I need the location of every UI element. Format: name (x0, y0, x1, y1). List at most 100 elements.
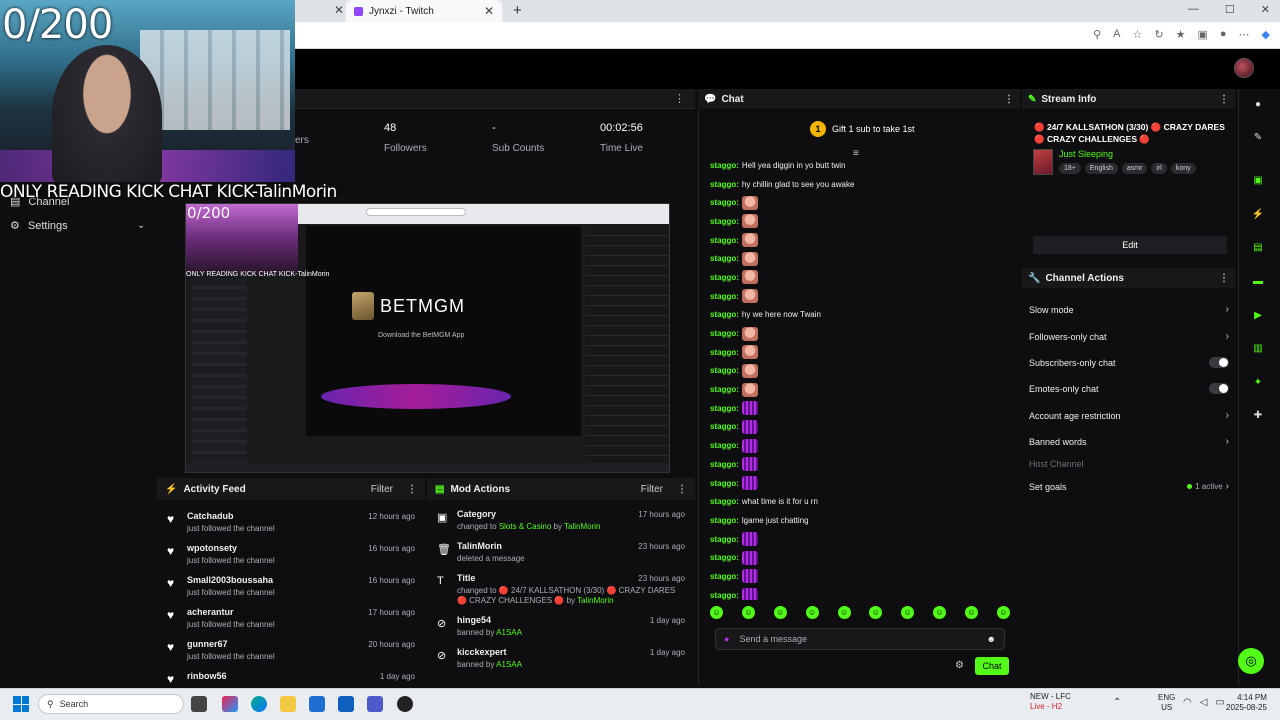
chat-username[interactable]: staggo: (710, 161, 739, 170)
more-options-icon[interactable]: ⋮ (1219, 94, 1229, 105)
list-icon[interactable]: ▤ (1251, 240, 1265, 254)
copilot-icon[interactable]: ◆ (1262, 28, 1270, 41)
gift-sub-banner[interactable]: 1 Gift 1 sub to take 1st (810, 121, 915, 137)
emote-icon[interactable]: ☺ (741, 606, 755, 619)
battery-icon[interactable]: ▭ (1215, 697, 1224, 708)
chat-username[interactable]: staggo: (710, 273, 739, 282)
emote-icon[interactable]: ☺ (773, 606, 787, 619)
slow-mode-row[interactable]: Slow mode › (1029, 304, 1229, 315)
clock[interactable]: 4:14 PM 2025-08-25 (1226, 693, 1267, 713)
new-tab-button[interactable]: + (513, 2, 522, 19)
chat-settings-icon[interactable]: ⚙ (955, 660, 964, 671)
filter-button[interactable]: Filter (371, 484, 393, 495)
sidebar-item-settings[interactable]: ⚙ Settings ⌄ (10, 219, 145, 233)
chat-username[interactable]: staggo: (710, 422, 739, 431)
maximize-icon[interactable]: ☐ (1225, 3, 1235, 16)
followers-only-row[interactable]: Followers-only chat › (1029, 331, 1229, 342)
wifi-icon[interactable]: ◠ (1183, 697, 1192, 708)
chat-username[interactable]: staggo: (710, 310, 739, 319)
info-icon[interactable]: ● (1251, 97, 1265, 111)
chat-username[interactable]: staggo: (710, 236, 739, 245)
emote-icon[interactable]: ☺ (933, 606, 947, 619)
chat-username[interactable]: staggo: (710, 516, 739, 525)
subscribers-only-toggle[interactable] (1209, 357, 1229, 368)
file-explorer-icon[interactable] (280, 696, 296, 712)
volume-icon[interactable]: ◁ (1200, 697, 1208, 708)
user-avatar[interactable] (1234, 58, 1254, 78)
zoom-icon[interactable]: ⚲ (1093, 28, 1101, 41)
stream-icon[interactable]: ▶ (1251, 308, 1265, 322)
news-widget[interactable]: NEW - LFC Live - H2 (1030, 692, 1071, 712)
language-indicator[interactable]: ENG US (1158, 693, 1175, 713)
emote-icon[interactable]: ☺ (965, 606, 978, 619)
banned-words-row[interactable]: Banned words › (1029, 436, 1229, 447)
chat-input[interactable]: ● Send a message ☻ (715, 628, 1005, 650)
more-options-icon[interactable]: ⋮ (677, 484, 687, 495)
chat-username[interactable]: staggo: (710, 180, 739, 189)
chat-username[interactable]: staggo: (710, 479, 739, 488)
outlook-icon[interactable] (338, 696, 354, 712)
help-button[interactable]: ◎ (1238, 648, 1264, 674)
profile-icon[interactable]: ● (1220, 28, 1227, 41)
refresh-icon[interactable]: ↻ (1154, 28, 1163, 41)
collections-icon[interactable]: ▣ (1197, 28, 1207, 41)
emote-icon[interactable]: ☺ (996, 606, 1010, 619)
browser-tab[interactable]: Jynxzi - Twitch ✕ (346, 0, 502, 22)
minimize-icon[interactable]: — (1188, 3, 1199, 16)
set-goals-row[interactable]: Set goals 1 active › (1029, 481, 1229, 492)
more-options-icon[interactable]: ⋮ (674, 92, 685, 105)
more-options-icon[interactable]: ⋮ (1219, 273, 1229, 284)
emote-icon[interactable]: ☺ (710, 606, 723, 619)
emote-icon[interactable]: ☺ (837, 606, 851, 619)
task-view-icon[interactable] (191, 696, 207, 712)
obs-icon[interactable] (397, 696, 413, 712)
store-icon[interactable] (309, 696, 325, 712)
chat-username[interactable]: staggo: (710, 591, 739, 600)
chat-username[interactable]: staggo: (710, 535, 739, 544)
emoji-picker-icon[interactable]: ☻ (987, 634, 996, 644)
emote-icon[interactable]: ☺ (901, 606, 915, 619)
pencil-icon[interactable]: ✎ (1251, 130, 1265, 144)
emotes-only-toggle[interactable] (1209, 383, 1229, 394)
add-widget-icon[interactable]: ✚ (1251, 408, 1265, 422)
chat-username[interactable]: staggo: (710, 572, 739, 581)
send-chat-button[interactable]: Chat (975, 657, 1009, 675)
chat-username[interactable]: staggo: (710, 217, 739, 226)
more-options-icon[interactable]: ⋮ (1004, 94, 1014, 105)
more-icon[interactable]: ⋯ (1239, 28, 1250, 41)
chat-username[interactable]: staggo: (710, 553, 739, 562)
stream-preview[interactable]: BETMGM Download the BetMGM App 0/200 ONL… (185, 203, 670, 473)
mic-icon[interactable]: ● (724, 634, 729, 644)
chat-username[interactable]: staggo: (710, 254, 739, 263)
panel-icon[interactable]: ▥ (1251, 341, 1265, 355)
copilot-app-icon[interactable] (222, 696, 238, 712)
edge-icon[interactable] (251, 696, 267, 712)
chat-username[interactable]: staggo: (710, 198, 739, 207)
windows-start-icon[interactable] (13, 696, 29, 712)
chat-username[interactable]: staggo: (710, 366, 739, 375)
host-channel-row[interactable]: Host Channel (1029, 459, 1229, 469)
chat-icon[interactable]: ▬ (1251, 274, 1265, 288)
chat-username[interactable]: staggo: (710, 404, 739, 413)
chat-username[interactable]: staggo: (710, 329, 739, 338)
chat-username[interactable]: staggo: (710, 348, 739, 357)
chat-username[interactable]: staggo: (710, 385, 739, 394)
chevron-up-icon[interactable]: ⌃ (1113, 697, 1121, 708)
chat-username[interactable]: staggo: (710, 497, 739, 506)
wrench-icon[interactable]: ✦ (1251, 375, 1265, 389)
read-aloud-icon[interactable]: A (1113, 28, 1120, 41)
emote-icon[interactable]: ☺ (869, 606, 883, 619)
teams-icon[interactable] (367, 696, 383, 712)
category-name[interactable]: Just Sleeping (1059, 149, 1196, 159)
chat-username[interactable]: staggo: (710, 460, 739, 469)
tab-close-icon[interactable]: ✕ (484, 4, 494, 18)
more-options-icon[interactable]: ⋮ (407, 484, 417, 495)
emote-icon[interactable]: ☺ (805, 606, 819, 619)
close-window-icon[interactable]: ✕ (1261, 3, 1270, 16)
taskbar-search[interactable]: ⚲ Search (38, 694, 184, 714)
filter-button[interactable]: Filter (641, 484, 663, 495)
layout-icon[interactable]: ▣ (1251, 173, 1265, 187)
prev-tab-close-icon[interactable]: ✕ (334, 3, 344, 17)
chat-username[interactable]: staggo: (710, 292, 739, 301)
bolt-icon[interactable]: ⚡ (1251, 207, 1265, 221)
